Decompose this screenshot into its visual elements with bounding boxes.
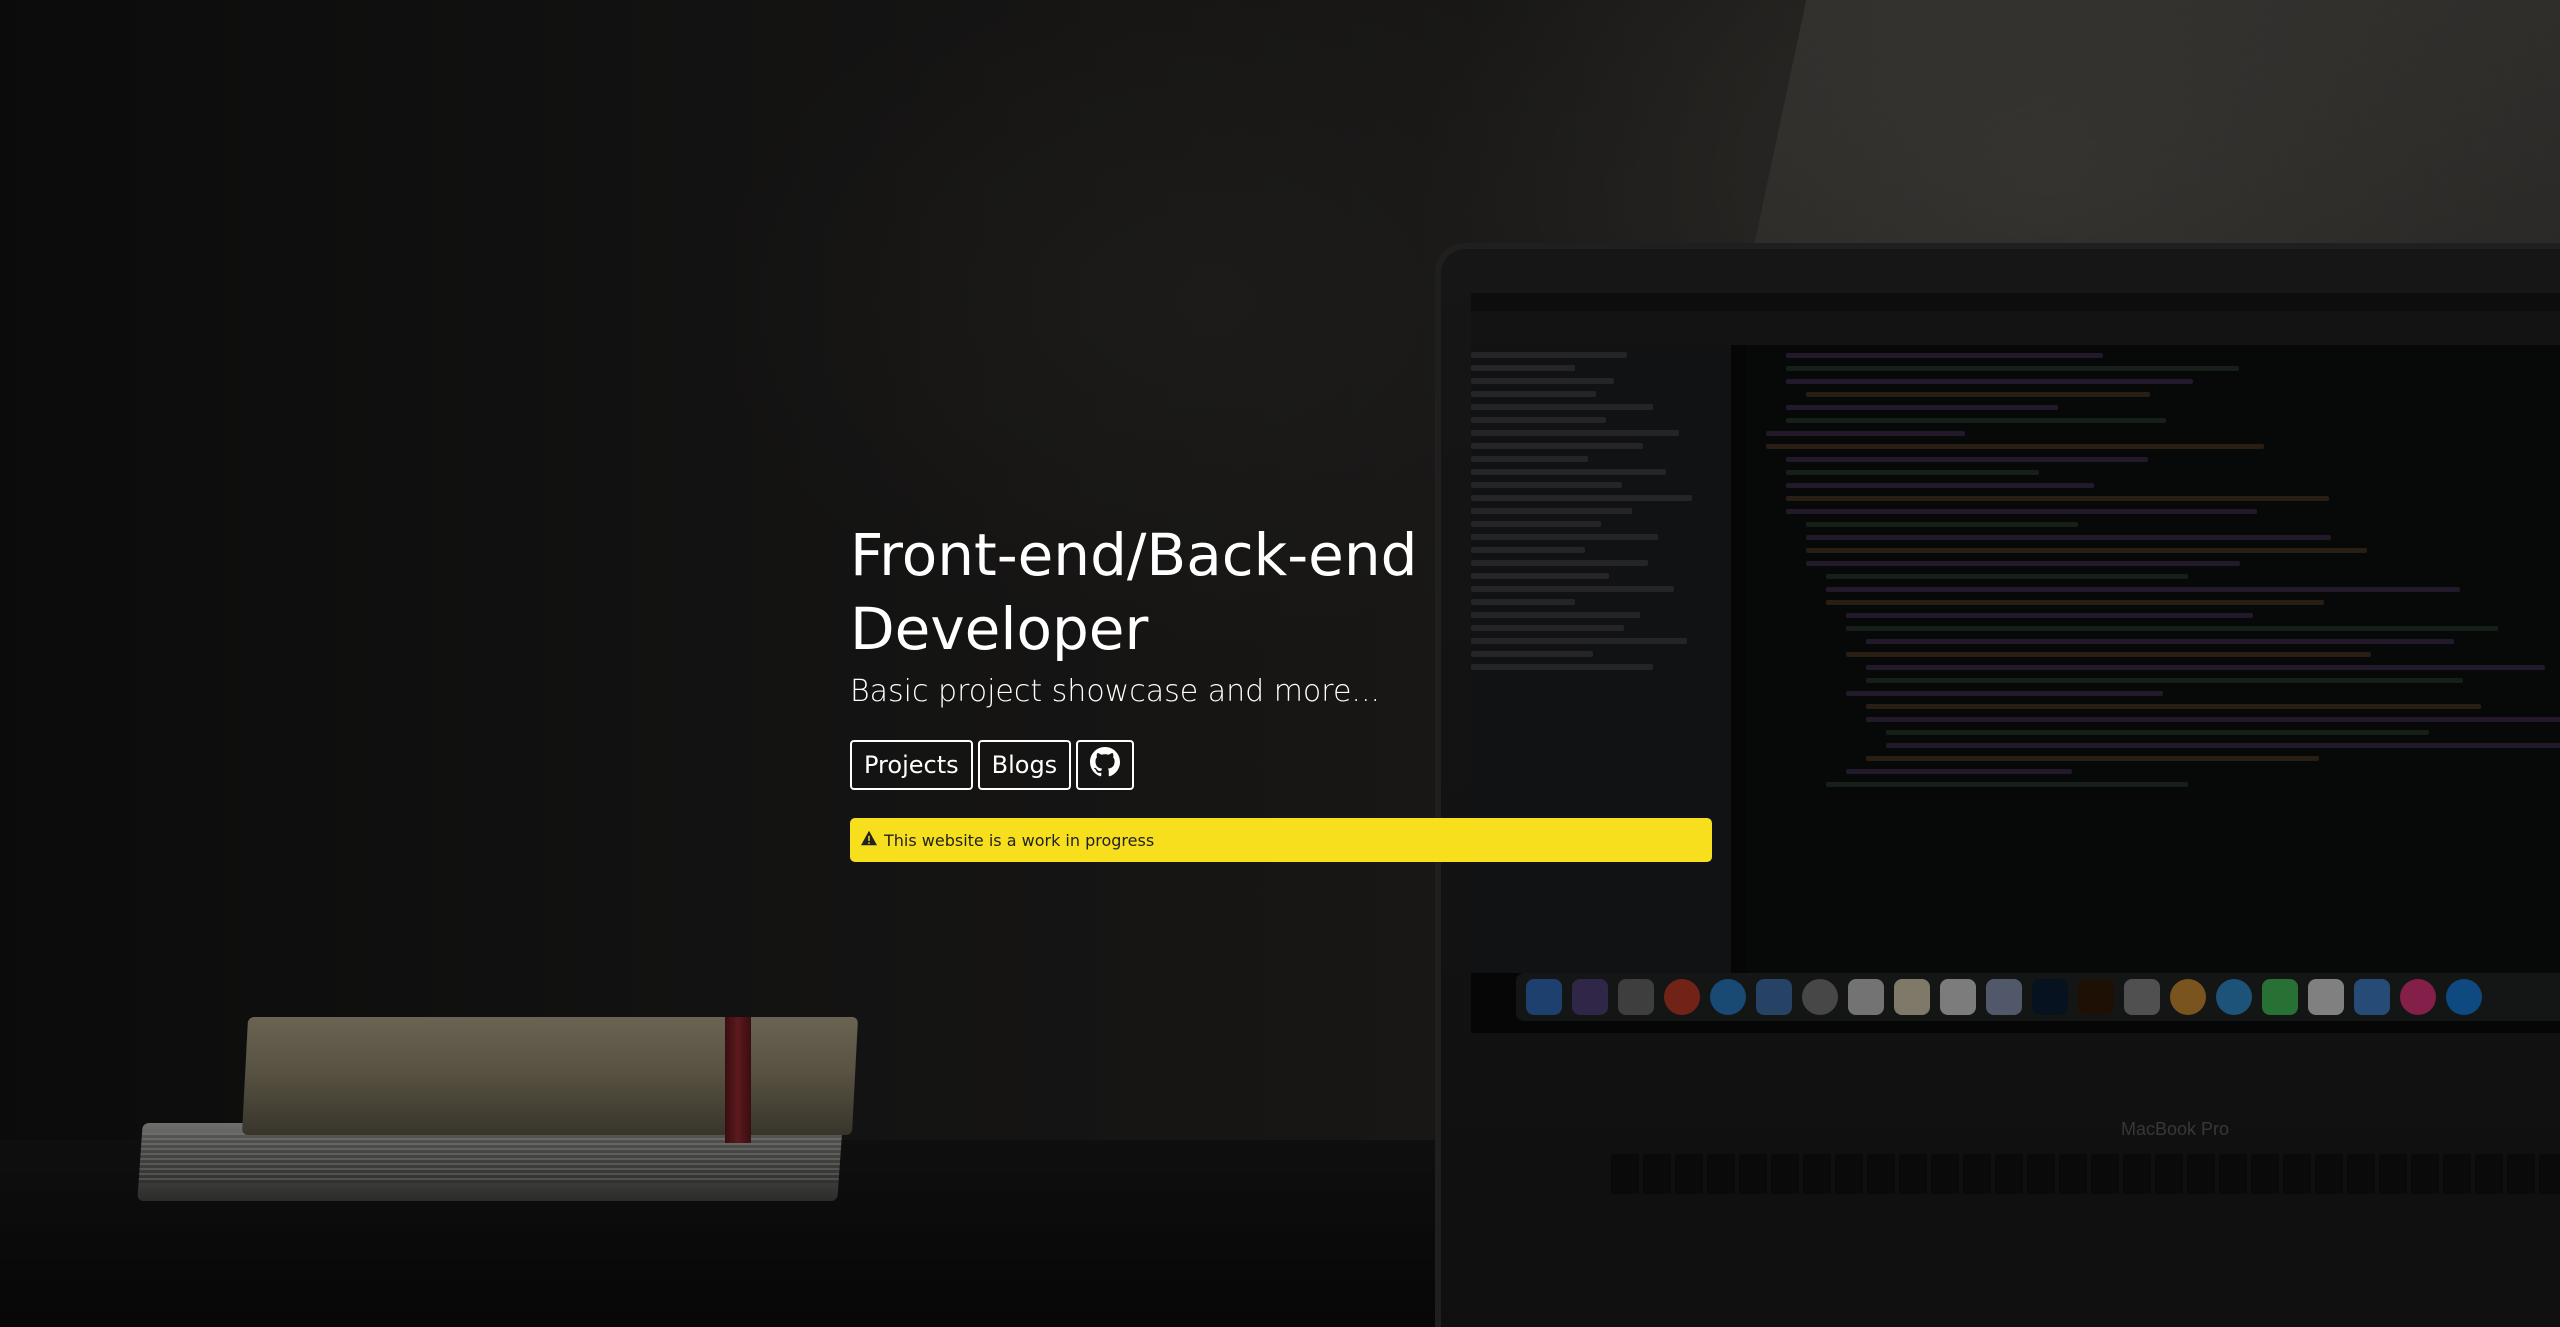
work-in-progress-alert: This website is a work in progress [850, 818, 1712, 862]
alert-text: This website is a work in progress [884, 830, 1155, 850]
warning-icon [860, 830, 878, 850]
github-button[interactable] [1076, 740, 1135, 790]
hero-buttons: Projects Blogs [850, 740, 1712, 790]
github-icon [1090, 747, 1121, 783]
blogs-button[interactable]: Blogs [977, 740, 1072, 790]
projects-button[interactable]: Projects [850, 740, 973, 790]
page-title: Front-end/Back-end Developer [850, 521, 1418, 663]
hero-content: Front-end/Back-end Developer Basic proje… [850, 518, 1712, 862]
page-subtitle: Basic project showcase and more... [850, 674, 1381, 709]
hero-section: MacBook Pro Front-end/Back-end Developer… [0, 0, 2560, 1327]
